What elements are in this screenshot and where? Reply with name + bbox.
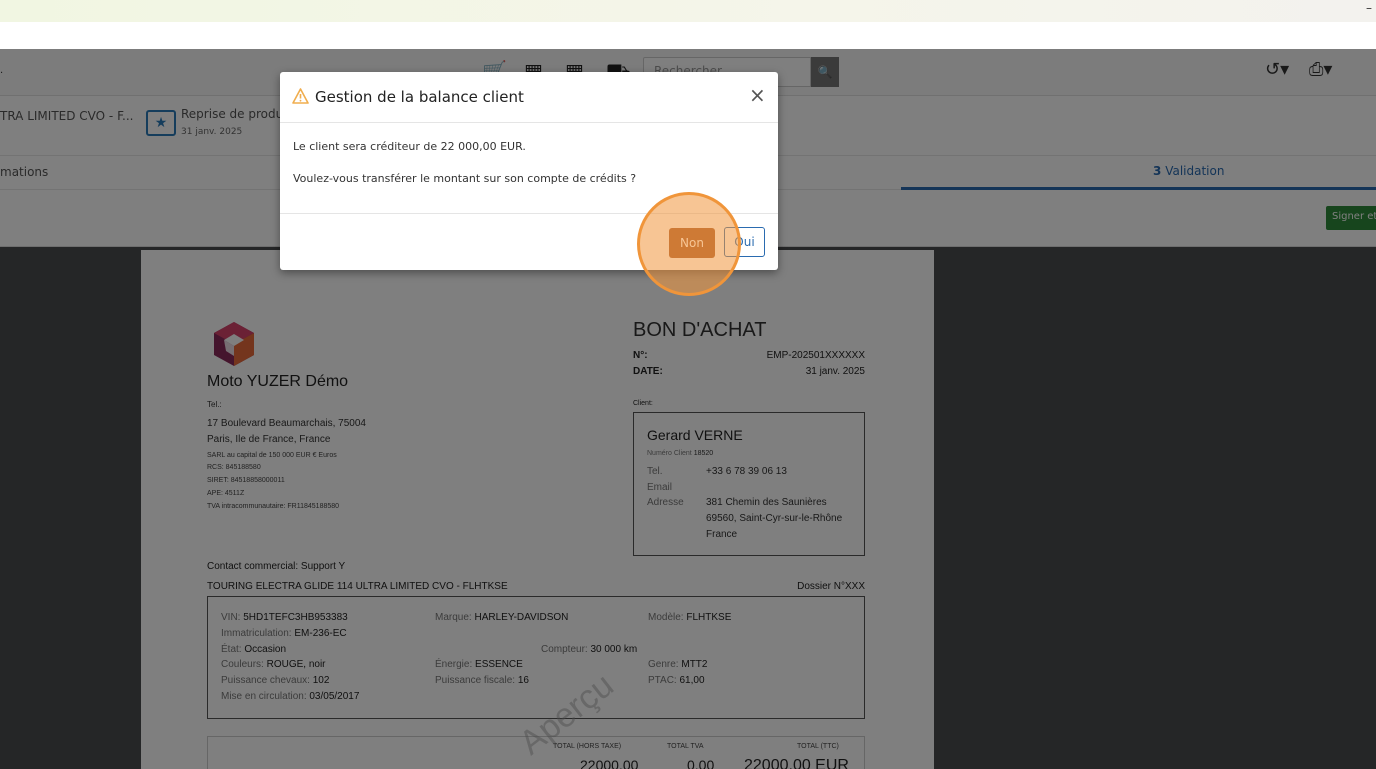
- dialog-message-question: Voulez-vous transférer le montant sur so…: [293, 172, 637, 185]
- close-icon[interactable]: ×: [749, 83, 766, 107]
- yes-button[interactable]: Oui: [724, 227, 765, 257]
- dialog-message-credit: Le client sera créditeur de 22 000,00 EU…: [293, 140, 526, 153]
- browser-top-strip: –: [0, 0, 1376, 22]
- warning-icon: [292, 88, 309, 104]
- minimize-button[interactable]: –: [1366, 1, 1372, 15]
- dialog-header: Gestion de la balance client ×: [280, 72, 778, 123]
- dialog-title: Gestion de la balance client: [315, 88, 524, 106]
- dialog-body: Le client sera créditeur de 22 000,00 EU…: [280, 123, 778, 214]
- browser-band: [0, 22, 1376, 49]
- balance-dialog: Gestion de la balance client × Le client…: [280, 72, 778, 270]
- no-button[interactable]: Non: [669, 228, 715, 258]
